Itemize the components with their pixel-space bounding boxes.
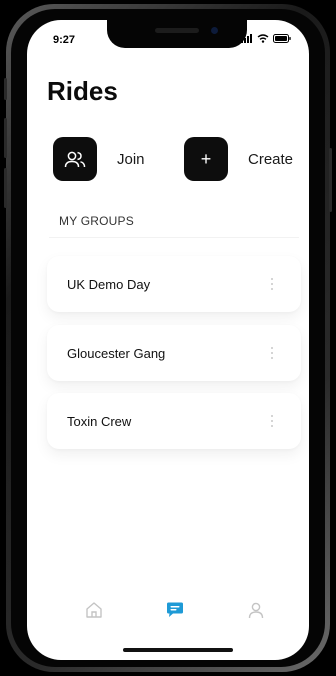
users-icon — [64, 151, 86, 168]
tab-chat[interactable] — [163, 598, 187, 622]
my-groups-heading: MY GROUPS — [59, 214, 134, 228]
tab-bar — [27, 590, 309, 630]
more-options-icon[interactable] — [267, 343, 277, 363]
more-options-icon[interactable] — [267, 274, 277, 294]
front-camera — [211, 27, 218, 34]
plus-icon: + — [200, 149, 212, 169]
tab-home[interactable] — [82, 598, 106, 622]
signal-icon — [241, 34, 252, 43]
group-card-gloucester-gang[interactable]: Gloucester Gang — [47, 325, 301, 381]
group-card-toxin-crew[interactable]: Toxin Crew — [47, 393, 301, 449]
side-button-power — [329, 148, 332, 212]
home-indicator[interactable] — [123, 648, 233, 652]
tab-profile[interactable] — [244, 598, 268, 622]
app-screen: 9:27 Rides Join + Create MY GROUPS UK De… — [27, 20, 309, 660]
create-button[interactable]: + Create — [184, 137, 293, 181]
wifi-icon — [257, 34, 269, 43]
group-name: Gloucester Gang — [67, 345, 166, 361]
profile-icon — [248, 602, 264, 619]
battery-icon — [273, 34, 291, 43]
create-icon-button[interactable]: + — [184, 137, 228, 181]
join-label: Join — [117, 150, 145, 168]
side-button-volume-up — [4, 118, 7, 158]
group-card-uk-demo-day[interactable]: UK Demo Day — [47, 256, 301, 312]
side-button-silent — [4, 78, 7, 100]
status-icons — [241, 34, 291, 43]
join-button[interactable]: Join — [53, 137, 145, 181]
speaker-grille — [155, 28, 199, 33]
group-name: UK Demo Day — [67, 276, 151, 292]
join-icon-button[interactable] — [53, 137, 97, 181]
group-name: Toxin Crew — [67, 413, 132, 429]
side-button-volume-down — [4, 168, 7, 208]
more-options-icon[interactable] — [267, 411, 277, 431]
create-label: Create — [248, 150, 294, 168]
home-icon — [86, 602, 102, 618]
chat-icon — [167, 602, 183, 617]
section-divider — [49, 237, 299, 238]
notch — [107, 20, 247, 48]
page-title: Rides — [47, 76, 118, 106]
status-time: 9:27 — [53, 34, 76, 46]
